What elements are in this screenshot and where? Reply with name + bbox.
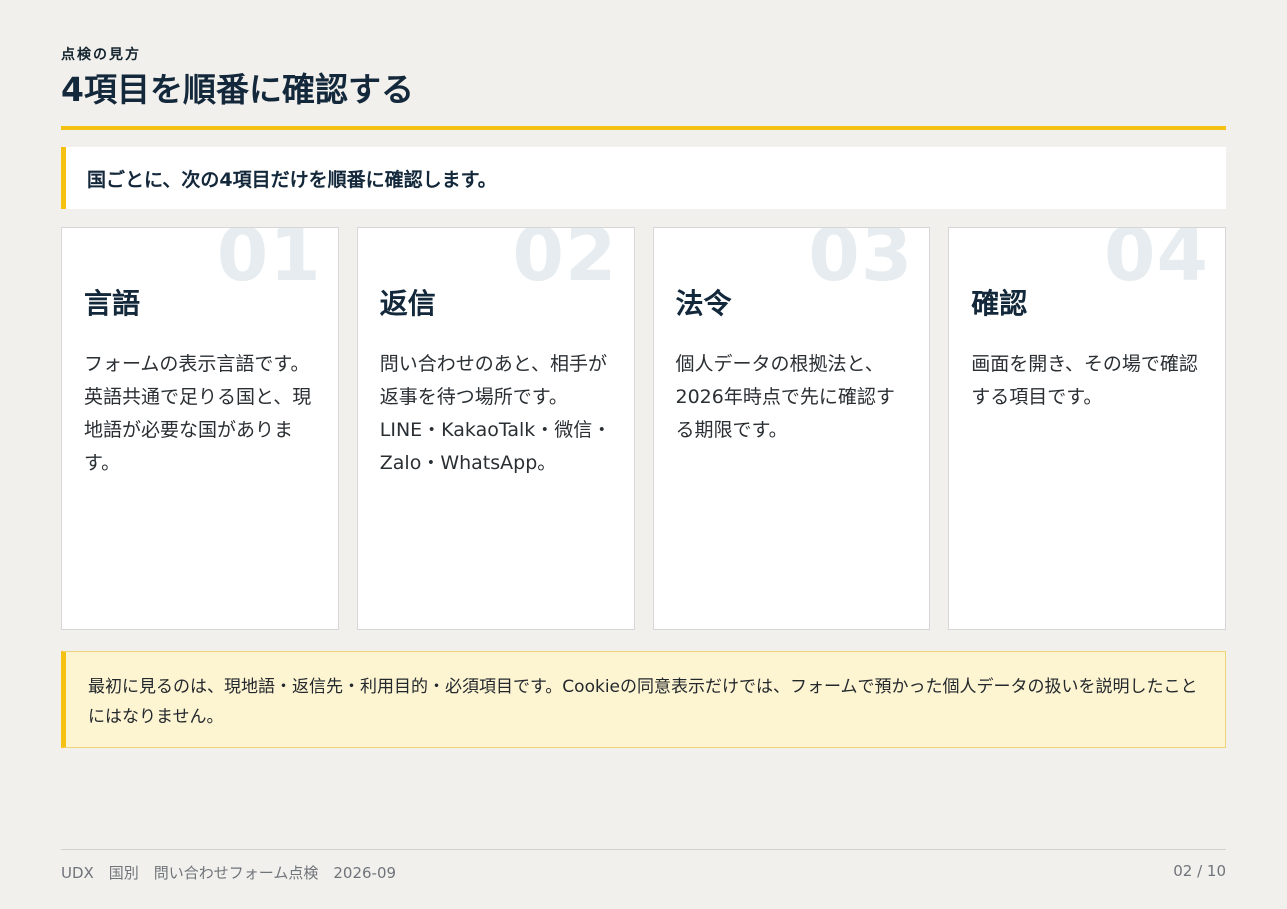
card-law: 03 法令 個人データの根拠法と、2026年時点で先に確認する期限です。 [652,227,931,630]
card-title: 法令 [675,287,732,320]
card-body: 問い合わせのあと、相手が返事を待つ場所です。LINE・KakaoTalk・微信・… [379,353,612,474]
card-reply: 02 返信 問い合わせのあと、相手が返事を待つ場所です。LINE・KakaoTa… [356,227,635,630]
lead-callout: 国ごとに、次の4項目だけを順番に確認します。 [61,147,1226,209]
card-body: 画面を開き、その場で確認する項目です。 [971,353,1198,408]
card-title: 返信 [379,287,436,320]
card-body: 個人データの根拠法と、2026年時点で先に確認する期限です。 [675,353,895,441]
card-row: 01 言語 フォームの表示言語です。英語共通で足りる国と、現地語が必要な国があり… [61,227,1226,630]
card-language: 01 言語 フォームの表示言語です。英語共通で足りる国と、現地語が必要な国があり… [61,227,339,630]
card-check: 04 確認 画面を開き、その場で確認する項目です。 [948,227,1226,630]
eyebrow-label: 点検の見方 [61,47,141,63]
footer-source: UDX 国別 問い合わせフォーム点検 2026-09 [61,864,397,882]
card-title: 言語 [84,287,141,320]
page-title: 4項目を順番に確認する [61,70,414,109]
page-number: 02 / 10 [1173,862,1226,880]
title-underline [61,126,1226,130]
lead-text: 国ごとに、次の4項目だけを順番に確認します。 [87,168,497,191]
footer-divider [61,849,1226,850]
note-callout: 最初に見るのは、現地語・返信先・利用目的・必須項目です。Cookieの同意表示だ… [61,651,1226,748]
card-body: フォームの表示言語です。英語共通で足りる国と、現地語が必要な国があります。 [84,353,312,474]
card-title: 確認 [971,287,1028,320]
note-text: 最初に見るのは、現地語・返信先・利用目的・必須項目です。Cookieの同意表示だ… [88,677,1198,727]
